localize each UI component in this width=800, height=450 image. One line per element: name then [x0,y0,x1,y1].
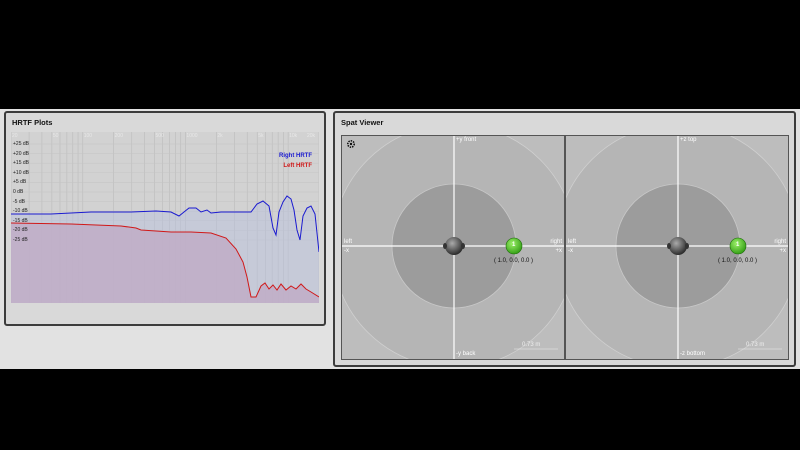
source-1-label: 1 [512,242,516,248]
top-view-viewer[interactable]: +y front -y back left -x right +x 1 ( 1.… [341,135,565,360]
hrtf-x-tick-label: 5k [258,133,264,139]
hrtf-plot-area: +25 dB +20 dB +15 dB +10 dB +5 dB 0 dB -5 dB -1… [11,132,319,303]
front-view-right-sub: +x [779,248,786,254]
hrtf-x-tick-label: 500 [155,133,164,139]
hrtf-x-tick-label: 50 [52,133,59,139]
top-view-down-label: -y back [456,351,476,357]
top-view-up-label: +y front [456,137,477,143]
top-view-left-sub: -x [344,248,349,254]
hrtf-chart [11,132,319,303]
spat-viewer-panel: Spat Viewer +y front -y back left -x rig… [333,111,796,367]
front-view-up-label: +z top [680,137,697,143]
hrtf-x-tick-label: 200 [114,133,123,139]
gear-icon[interactable] [346,139,356,149]
front-view-right-label: right [774,239,786,245]
top-view-left-label: left [344,239,353,245]
hrtf-y-tick-label: +25 dB [13,141,29,147]
hrtf-y-tick-label: +10 dB [13,169,29,176]
front-view-viewer[interactable]: +z top -z bottom left -x right +x 1 ( 1.… [565,135,789,360]
source-1-coordinates: ( 1.0, 0.0, 0.0 ) [718,258,758,264]
hrtf-y-tick-label: +15 dB [13,160,29,167]
legend-right-hrtf: Right HRTF [279,153,312,159]
scale-label: 0.73 m [522,342,541,348]
hrtf-y-tick-label: -15 dB [13,217,28,224]
spat-panel-title: Spat Viewer [341,118,384,127]
top-view-right-sub: +x [555,248,562,254]
hrtf-x-tick-label: 2k [217,133,223,139]
hrtf-panel-title: HRTF Plots [12,118,53,127]
source-1-coordinates: ( 1.0, 0.0, 0.0 ) [494,258,534,264]
hrtf-x-tick-label: 1000 [186,133,198,139]
hrtf-y-tick-label: -25 dB [13,237,28,243]
hrtf-x-tick-label: 20 [12,133,18,139]
app-body: HRTF Plots +25 dB +20 dB +15 dB +10 dB +5 dB… [0,109,800,369]
hrtf-y-tick-label: +5 dB [13,179,27,186]
hrtf-y-tick-label: -20 dB [13,227,28,234]
legend-left-hrtf: Left HRTF [283,163,312,169]
hrtf-y-tick-label: 0 dB [13,189,24,195]
hrtf-x-tick-label: 100 [83,133,93,139]
hrtf-x-tick-label: 20k [307,133,316,139]
hrtf-y-tick-label: -5 dB [13,198,25,205]
hrtf-y-tick-label: -10 dB [13,208,28,215]
hrtf-y-tick-label: +20 dB [13,150,29,157]
hrtf-plots-panel: HRTF Plots +25 dB +20 dB +15 dB +10 dB +5 dB… [4,111,326,326]
top-view-right-label: right [550,239,562,245]
scale-label: 0.73 m [746,342,765,348]
front-view-left-sub: -x [568,248,573,254]
front-view-down-label: -z bottom [680,351,706,357]
hrtf-x-tick-label: 10k [289,133,298,139]
source-1-label: 1 [736,242,740,248]
front-view-left-label: left [568,239,577,245]
